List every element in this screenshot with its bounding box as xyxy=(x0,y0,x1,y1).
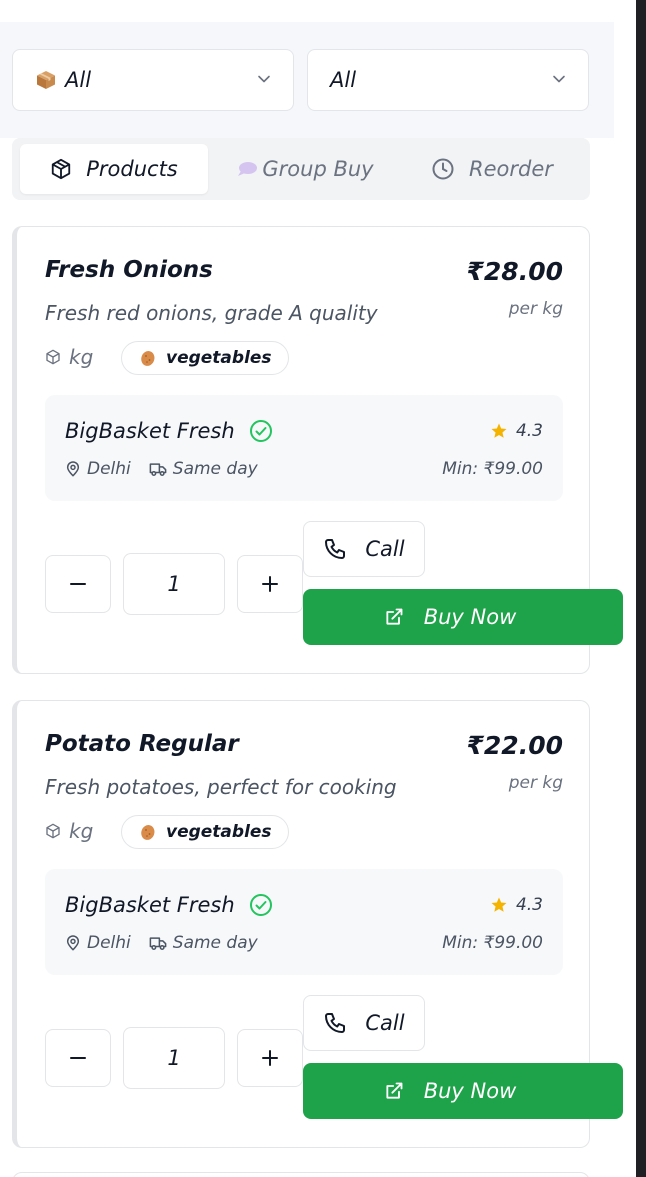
quantity-input[interactable]: 1 xyxy=(123,1027,225,1089)
star-icon xyxy=(491,897,507,912)
tab-bar: Products Group Buy Reorder xyxy=(12,138,590,200)
price-unit: per kg xyxy=(508,773,563,793)
cube-icon xyxy=(46,823,60,839)
decrease-quantity-button[interactable] xyxy=(45,1029,111,1087)
plus-icon xyxy=(262,576,278,592)
price-unit: per kg xyxy=(508,299,563,319)
category-tag-label: vegetables xyxy=(166,822,272,842)
vendor-name-row: BigBasket Fresh xyxy=(65,419,273,443)
chevron-down-icon xyxy=(553,75,565,83)
location-pin-icon xyxy=(66,461,80,477)
location-select[interactable]: All xyxy=(307,49,589,111)
product-unit-value: kg xyxy=(69,345,94,369)
vendor-meta: Delhi Same day xyxy=(65,459,258,479)
cube-icon xyxy=(52,158,71,180)
vendor-min-order: Min: ₹99.00 xyxy=(442,459,543,479)
product-unit-value: kg xyxy=(69,819,94,843)
decrease-quantity-button[interactable] xyxy=(45,555,111,613)
call-button-label: Call xyxy=(365,1011,405,1035)
star-icon xyxy=(491,423,507,438)
product-card: Potato Regular ₹22.00 Fresh potatoes, pe… xyxy=(12,700,623,1148)
vendor-panel: BigBasket Fresh 4.3 Delhi Same day Min: … xyxy=(45,869,563,975)
minus-icon xyxy=(70,1057,86,1059)
window-scrollbar[interactable] xyxy=(636,0,646,1177)
call-button-label: Call xyxy=(365,537,405,561)
vendor-name-row: BigBasket Fresh xyxy=(65,893,273,917)
potato-icon xyxy=(141,351,155,366)
vendor-rating-value: 4.3 xyxy=(515,421,543,441)
product-description: Fresh red onions, grade A quality xyxy=(45,301,378,325)
increase-quantity-button[interactable] xyxy=(237,555,303,613)
phone-icon xyxy=(325,1013,346,1033)
chevron-down-icon xyxy=(258,75,270,83)
tab-group-buy[interactable]: Group Buy xyxy=(216,144,394,194)
buy-now-label: Buy Now xyxy=(423,605,517,629)
vendor-rating: 4.3 xyxy=(490,895,543,915)
increase-quantity-button[interactable] xyxy=(237,1029,303,1087)
vendor-delivery: Same day xyxy=(172,933,258,953)
product-price: ₹22.00 xyxy=(466,731,563,760)
vendor-delivery: Same day xyxy=(172,459,258,479)
plus-icon xyxy=(262,1050,278,1066)
location-select-value: All xyxy=(330,68,357,92)
potato-icon xyxy=(141,825,155,840)
truck-icon xyxy=(149,463,167,476)
phone-icon xyxy=(325,539,346,559)
category-tag: vegetables xyxy=(121,815,289,849)
verified-check-icon xyxy=(249,894,272,916)
product-price: ₹28.00 xyxy=(466,257,563,286)
minus-icon xyxy=(70,583,86,585)
tab-label: Group Buy xyxy=(262,157,374,181)
tab-products[interactable]: Products xyxy=(20,144,208,194)
verified-check-icon xyxy=(249,420,272,442)
category-select-value: All xyxy=(65,68,92,92)
category-tag-label: vegetables xyxy=(166,348,272,368)
call-button[interactable]: Call xyxy=(303,521,425,577)
location-pin-icon xyxy=(66,935,80,951)
package-icon xyxy=(37,71,55,89)
vendor-meta: Delhi Same day xyxy=(65,933,258,953)
clock-icon xyxy=(432,158,454,180)
vendor-rating-value: 4.3 xyxy=(515,895,543,915)
buy-now-button[interactable]: Buy Now xyxy=(303,1063,623,1119)
product-unit: kg xyxy=(45,819,93,843)
product-name: Potato Regular xyxy=(45,731,239,757)
category-tag: vegetables xyxy=(121,341,289,375)
tab-reorder[interactable]: Reorder xyxy=(402,144,582,194)
truck-icon xyxy=(149,937,167,950)
buy-now-label: Buy Now xyxy=(423,1079,517,1103)
vendor-name: BigBasket Fresh xyxy=(65,893,235,917)
product-card: Fresh Onions ₹28.00 Fresh red onions, gr… xyxy=(12,226,623,674)
product-description: Fresh potatoes, perfect for cooking xyxy=(45,775,397,799)
category-select[interactable]: All xyxy=(12,49,294,111)
vendor-rating: 4.3 xyxy=(490,421,543,441)
quantity-input[interactable]: 1 xyxy=(123,553,225,615)
cube-icon xyxy=(46,349,60,365)
buy-now-button[interactable]: Buy Now xyxy=(303,589,623,645)
chat-bubble-icon xyxy=(238,162,258,176)
external-link-icon xyxy=(386,608,403,625)
external-link-icon xyxy=(386,1082,403,1099)
vendor-location: Delhi xyxy=(87,933,131,953)
call-button[interactable]: Call xyxy=(303,995,425,1051)
vendor-name: BigBasket Fresh xyxy=(65,419,235,443)
product-unit: kg xyxy=(45,345,93,369)
tab-label: Products xyxy=(86,157,178,181)
product-name: Fresh Onions xyxy=(45,257,213,283)
vendor-min-order: Min: ₹99.00 xyxy=(442,933,543,953)
vendor-location: Delhi xyxy=(87,459,131,479)
vendor-panel: BigBasket Fresh 4.3 Delhi Same day Min: … xyxy=(45,395,563,501)
product-card xyxy=(12,1172,590,1177)
tab-label: Reorder xyxy=(469,157,553,181)
